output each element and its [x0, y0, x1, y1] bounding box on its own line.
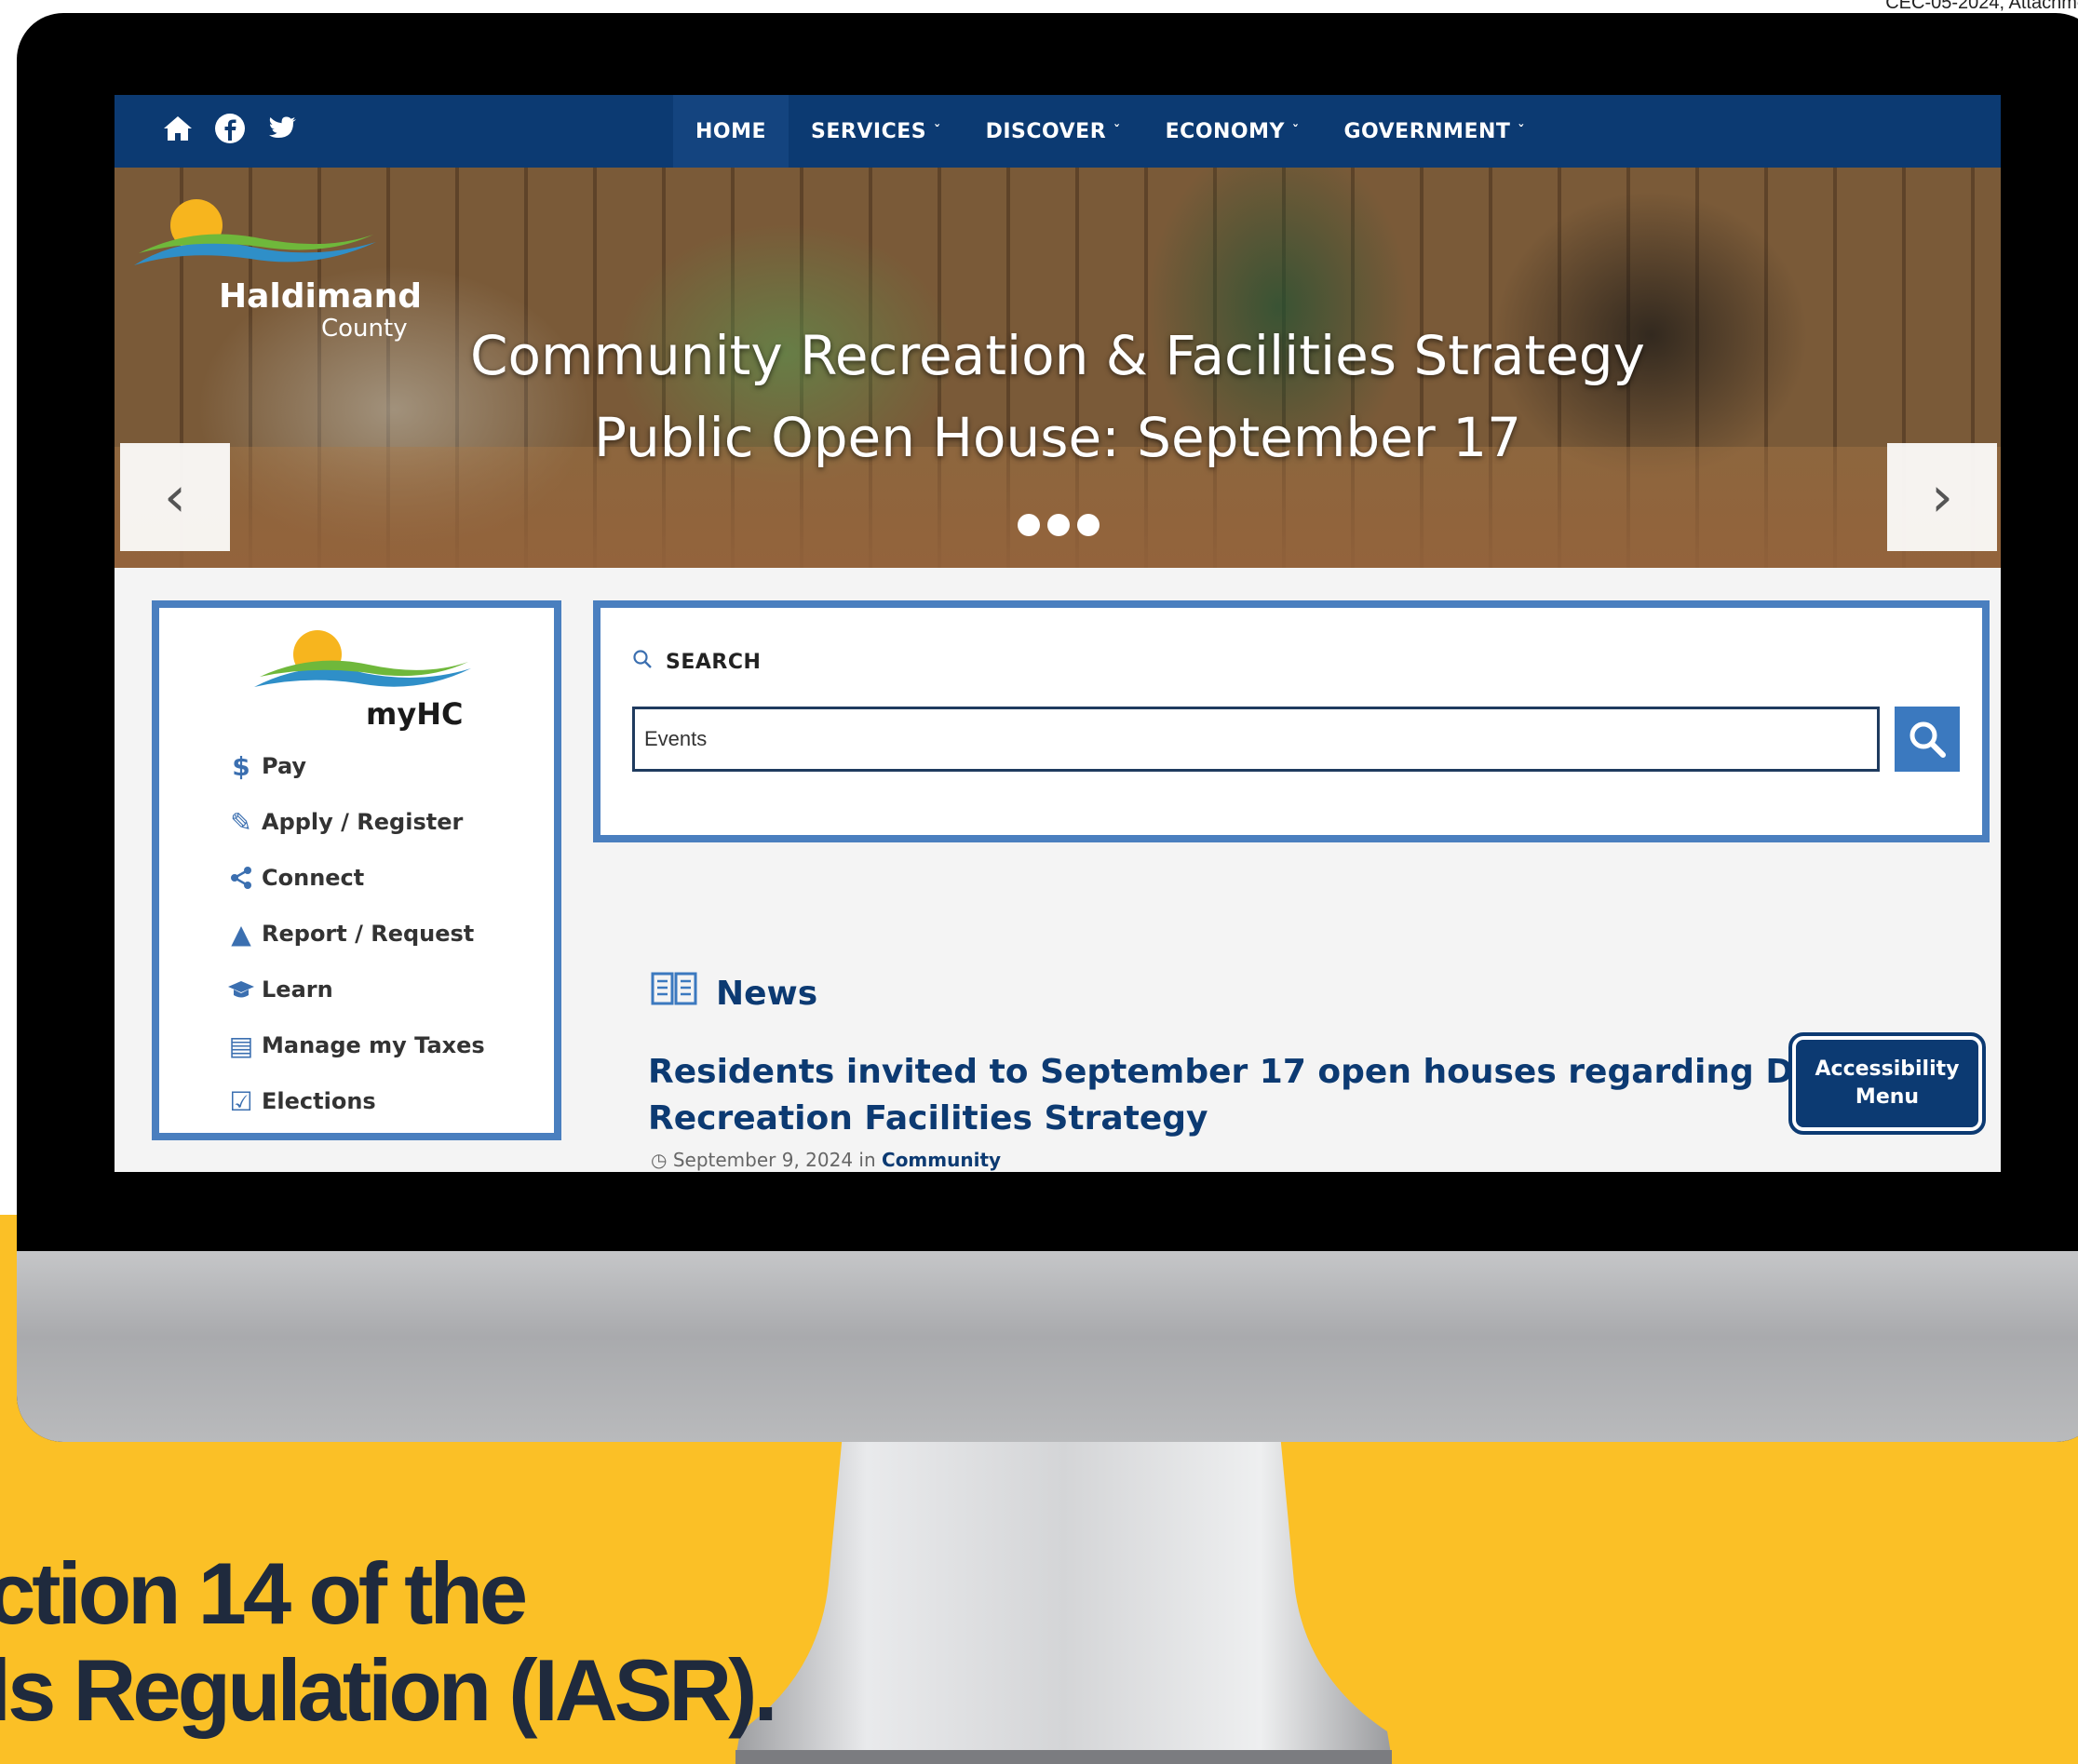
- news-title-line2: Recreation Facilities Strategy: [648, 1099, 1208, 1138]
- carousel-dot[interactable]: [1047, 514, 1070, 536]
- quick-link-label: Learn: [262, 976, 333, 1003]
- menu-economy-label: ECONOMY: [1165, 119, 1285, 143]
- menu-discover-label: DISCOVER: [985, 119, 1107, 143]
- carousel-indicators: [1018, 514, 1100, 536]
- accessibility-menu-button[interactable]: Accessibility Menu: [1788, 1032, 1986, 1135]
- accessibility-line2: Menu: [1855, 1085, 1920, 1109]
- accessibility-line1: Accessibility: [1815, 1057, 1960, 1081]
- chevron-left-icon: ‹: [164, 465, 186, 530]
- quick-links: $ Pay ✎ Apply / Register Connect ▲ Report /…: [223, 738, 485, 1129]
- quick-link-pay[interactable]: $ Pay: [223, 738, 485, 794]
- myhc-label: myHC: [366, 696, 464, 732]
- home-icon[interactable]: [161, 112, 195, 145]
- search-heading: SEARCH: [632, 649, 761, 675]
- carousel-dot[interactable]: [1018, 514, 1040, 536]
- carousel-prev-button[interactable]: ‹: [120, 443, 230, 551]
- search-button[interactable]: [1895, 707, 1960, 772]
- chevron-down-icon: ˇ: [1291, 124, 1300, 139]
- haldimand-logo-icon[interactable]: [129, 195, 381, 279]
- top-navigation: HOME SERVICES ˇ DISCOVER ˇ ECONOMY ˇ GOVERN…: [115, 95, 2001, 168]
- menu-government-label: GOVERNMENT: [1343, 119, 1511, 143]
- newspaper-icon: [651, 970, 697, 1017]
- graduation-cap-icon: [223, 979, 260, 1000]
- clock-icon: ◷: [651, 1149, 673, 1171]
- news-heading: News: [651, 970, 817, 1017]
- twitter-icon[interactable]: [265, 112, 299, 145]
- quick-link-label: Connect: [262, 865, 365, 891]
- menu-services-label: SERVICES: [811, 119, 927, 143]
- quick-link-elections[interactable]: ☑ Elections: [223, 1073, 485, 1129]
- ballot-icon: ☑: [229, 1085, 253, 1117]
- logo-subtitle: County: [321, 315, 408, 343]
- menu-home[interactable]: HOME: [673, 95, 789, 168]
- main-menu: HOME SERVICES ˇ DISCOVER ˇ ECONOMY ˇ GOVERN…: [673, 95, 1547, 168]
- search-label: SEARCH: [666, 650, 762, 674]
- quick-link-label: Apply / Register: [262, 809, 464, 835]
- quick-link-label: Pay: [262, 753, 307, 779]
- quick-link-manage-taxes[interactable]: ▤ Manage my Taxes: [223, 1017, 485, 1073]
- news-category-link[interactable]: Community: [882, 1149, 1001, 1171]
- quick-link-label: Elections: [262, 1088, 376, 1114]
- monitor-chin: [17, 1251, 2078, 1442]
- chevron-down-icon: ˇ: [1113, 124, 1121, 139]
- news-title-line1: Residents invited to September 17 open h…: [648, 1053, 1877, 1091]
- news-date: September 9, 2024 in: [672, 1149, 876, 1171]
- caption-line1: ction 14 of the: [0, 1544, 528, 1642]
- quick-link-label: Report / Request: [262, 921, 475, 947]
- news-article-link[interactable]: Residents invited to September 17 open h…: [648, 1049, 1877, 1142]
- menu-home-label: HOME: [695, 119, 767, 143]
- taxes-icon: ▤: [228, 1030, 254, 1061]
- dollar-icon: $: [232, 750, 250, 782]
- menu-discover[interactable]: DISCOVER ˇ: [964, 95, 1143, 168]
- chevron-down-icon: ˇ: [934, 124, 941, 139]
- quick-link-apply-register[interactable]: ✎ Apply / Register: [223, 794, 485, 850]
- quick-link-label: Manage my Taxes: [262, 1032, 485, 1058]
- logo-name: Haldimand: [219, 277, 423, 316]
- quick-link-report-request[interactable]: ▲ Report / Request: [223, 906, 485, 962]
- chevron-right-icon: ›: [1931, 465, 1953, 530]
- myhc-panel: myHC $ Pay ✎ Apply / Register Connect ▲ Rep…: [152, 600, 561, 1140]
- search-panel: SEARCH: [593, 600, 1990, 842]
- carousel-dot[interactable]: [1077, 514, 1100, 536]
- search-icon: [1909, 721, 1946, 758]
- chevron-down-icon: ˇ: [1518, 124, 1525, 139]
- share-icon: [223, 866, 260, 890]
- caption-line2: ls Regulation (IASR).: [0, 1641, 778, 1739]
- search-icon: [632, 649, 653, 675]
- warning-icon: ▲: [231, 918, 251, 949]
- news-heading-label: News: [716, 975, 818, 1013]
- news-meta: ◷ September 9, 2024 in Community: [651, 1149, 1001, 1171]
- menu-services[interactable]: SERVICES ˇ: [789, 95, 964, 168]
- search-input[interactable]: [632, 707, 1880, 772]
- myhc-logo-icon: [254, 630, 471, 687]
- carousel-next-button[interactable]: ›: [1887, 443, 1997, 551]
- quick-link-learn[interactable]: Learn: [223, 962, 485, 1017]
- menu-government[interactable]: GOVERNMENT ˇ: [1321, 95, 1546, 168]
- hero-carousel: Haldimand County Community Recreation & …: [115, 168, 2001, 568]
- hero-title-line2[interactable]: Public Open House: September 17: [115, 406, 2001, 469]
- quick-link-connect[interactable]: Connect: [223, 850, 485, 906]
- slide-caption: ction 14 of the ls Regulation (IASR).: [0, 1544, 778, 1739]
- facebook-icon[interactable]: [213, 112, 247, 145]
- menu-economy[interactable]: ECONOMY ˇ: [1143, 95, 1322, 168]
- social-links: [161, 112, 299, 145]
- browser-screen: HOME SERVICES ˇ DISCOVER ˇ ECONOMY ˇ GOVERN…: [115, 95, 2001, 1172]
- edit-icon: ✎: [230, 806, 252, 838]
